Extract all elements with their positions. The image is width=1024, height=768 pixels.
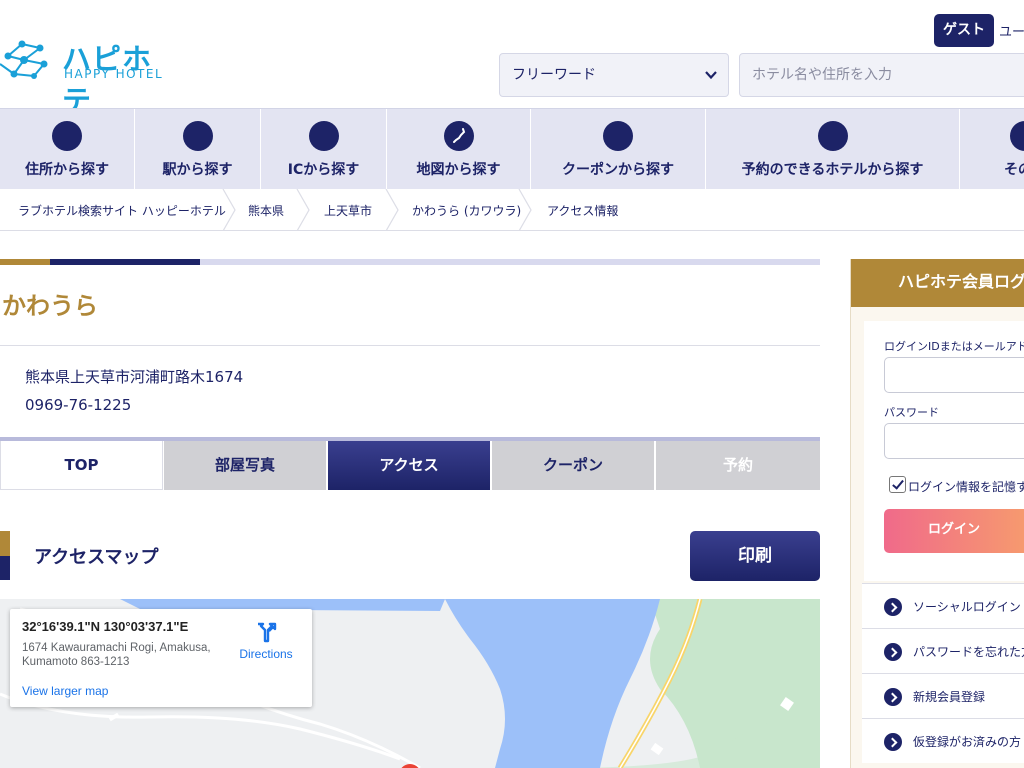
login-panel-title: ハピホテ会員ログ: [851, 259, 1024, 307]
hotel-tabs: TOP 部屋写真 アクセス クーポン 予約: [0, 437, 820, 490]
nav-item-coupon[interactable]: クーポンから探す: [531, 109, 706, 189]
breadcrumb-link[interactable]: 上天草市: [324, 202, 372, 219]
coupon-icon: [603, 121, 633, 151]
nav-item-label: その他: [1004, 162, 1024, 178]
tab-top[interactable]: TOP: [0, 441, 163, 490]
breadcrumb-separator: [296, 189, 310, 231]
access-map-title: アクセスマップ: [34, 547, 159, 568]
login-id-field[interactable]: [884, 357, 1024, 393]
hotel-phone[interactable]: 0969-76-1225: [25, 396, 131, 414]
main-nav: 住所から探す 駅から探す ICから探す 地図から探す クーポンから探す 予約ので…: [0, 108, 1024, 189]
nav-item-reservable[interactable]: 予約のできるホテルから探す: [706, 109, 960, 189]
link-label: 新規会員登録: [913, 690, 986, 704]
chevron-right-icon: [884, 688, 902, 706]
breadcrumb-separator: [222, 189, 236, 231]
tab-room-photos[interactable]: 部屋写真: [164, 441, 327, 490]
directions-label: Directions: [239, 647, 293, 661]
password-label: パスワード: [884, 406, 939, 419]
provisional-registration-link[interactable]: 仮登録がお済みの方: [862, 718, 1024, 763]
view-larger-map-link[interactable]: View larger map: [22, 684, 108, 698]
hotel-address: 熊本県上天草市河浦町路木1674: [25, 368, 244, 386]
nav-item-map[interactable]: 地図から探す: [387, 109, 531, 189]
nav-item-label: 駅から探す: [162, 162, 233, 178]
highway-icon: [308, 121, 339, 151]
search-type-value: フリーワード: [512, 67, 596, 83]
print-button[interactable]: 印刷: [690, 531, 820, 581]
breadcrumb-link[interactable]: 熊本県: [248, 202, 284, 219]
nav-item-station[interactable]: 駅から探す: [135, 109, 261, 189]
breadcrumb-link[interactable]: ラブホテル検索サイト ハッピーホテル: [18, 202, 226, 219]
site-header: ハピホテ HAPPY HOTEL ゲスト ユー フリーワード: [0, 0, 1024, 118]
search-input[interactable]: [739, 53, 1024, 97]
address-icon: [52, 121, 82, 151]
map-info-card: 32°16'39.1"N 130°03'37.1"E 1674 Kawauram…: [10, 609, 312, 707]
breadcrumb-link[interactable]: かわうら (カワウラ): [412, 202, 521, 219]
remember-login-label: ログイン情報を記憶す: [908, 480, 1024, 494]
nav-item-ic[interactable]: ICから探す: [261, 109, 387, 189]
nav-item-label: 予約のできるホテルから探す: [741, 162, 924, 178]
japan-map-icon: [443, 121, 474, 151]
map-address: 1674 Kawauramachi Rogi, Amakusa, Kumamot…: [22, 642, 211, 668]
nav-item-label: 住所から探す: [25, 162, 109, 178]
directions-link[interactable]: Directions: [238, 621, 294, 661]
logo-network-icon: [0, 40, 48, 79]
chevron-down-icon: [705, 71, 717, 80]
other-icon: [1010, 121, 1024, 151]
user-menu-label[interactable]: ユー: [999, 21, 1024, 40]
breadcrumb: ラブホテル検索サイト ハッピーホテル 熊本県 上天草市 かわうら (カワウラ) …: [0, 189, 1024, 231]
logo-subtext: HAPPY HOTEL: [64, 67, 164, 81]
remember-login-checkbox[interactable]: [889, 476, 906, 493]
nav-item-other[interactable]: その他: [960, 109, 1024, 189]
password-field[interactable]: [884, 423, 1024, 459]
link-label: 仮登録がお済みの方: [913, 735, 1022, 749]
chevron-right-icon: [884, 643, 902, 661]
chevron-right-icon: [884, 598, 902, 616]
nav-item-label: 地図から探す: [416, 162, 501, 178]
guest-badge: ゲスト: [934, 14, 994, 47]
tab-access[interactable]: アクセス: [328, 441, 491, 490]
social-login-link[interactable]: ソーシャルログイン: [862, 583, 1024, 628]
nav-item-label: ICから探す: [287, 162, 360, 178]
nav-item-address[interactable]: 住所から探す: [0, 109, 135, 189]
link-label: パスワードを忘れた方: [913, 645, 1024, 659]
happy-hotel-logo[interactable]: ハピホテ HAPPY HOTEL: [0, 34, 180, 118]
nav-item-label: クーポンから探す: [562, 162, 674, 178]
calendar-icon: [817, 121, 848, 151]
section-accent: [0, 531, 10, 580]
divider: [0, 345, 820, 346]
train-icon: [182, 121, 213, 151]
tab-reservation: 予約: [656, 441, 820, 490]
map-coordinates: 32°16'39.1"N 130°03'37.1"E: [22, 619, 189, 634]
breadcrumb-separator: [518, 189, 532, 231]
breadcrumb-separator: [385, 189, 399, 231]
breadcrumb-current: アクセス情報: [547, 204, 619, 218]
search-type-select[interactable]: フリーワード: [499, 53, 729, 97]
link-label: ソーシャルログイン: [913, 600, 1021, 614]
directions-icon: [258, 622, 277, 643]
tab-coupon[interactable]: クーポン: [492, 441, 655, 490]
hotel-name: かわうら: [2, 292, 98, 320]
forgot-password-link[interactable]: パスワードを忘れた方: [862, 628, 1024, 673]
hotel-header-bar: [0, 259, 820, 265]
chevron-right-icon: [884, 733, 902, 751]
login-button[interactable]: ログイン: [884, 509, 1024, 553]
register-link[interactable]: 新規会員登録: [862, 673, 1024, 718]
login-id-label: ログインIDまたはメールアドレ: [884, 340, 1024, 353]
